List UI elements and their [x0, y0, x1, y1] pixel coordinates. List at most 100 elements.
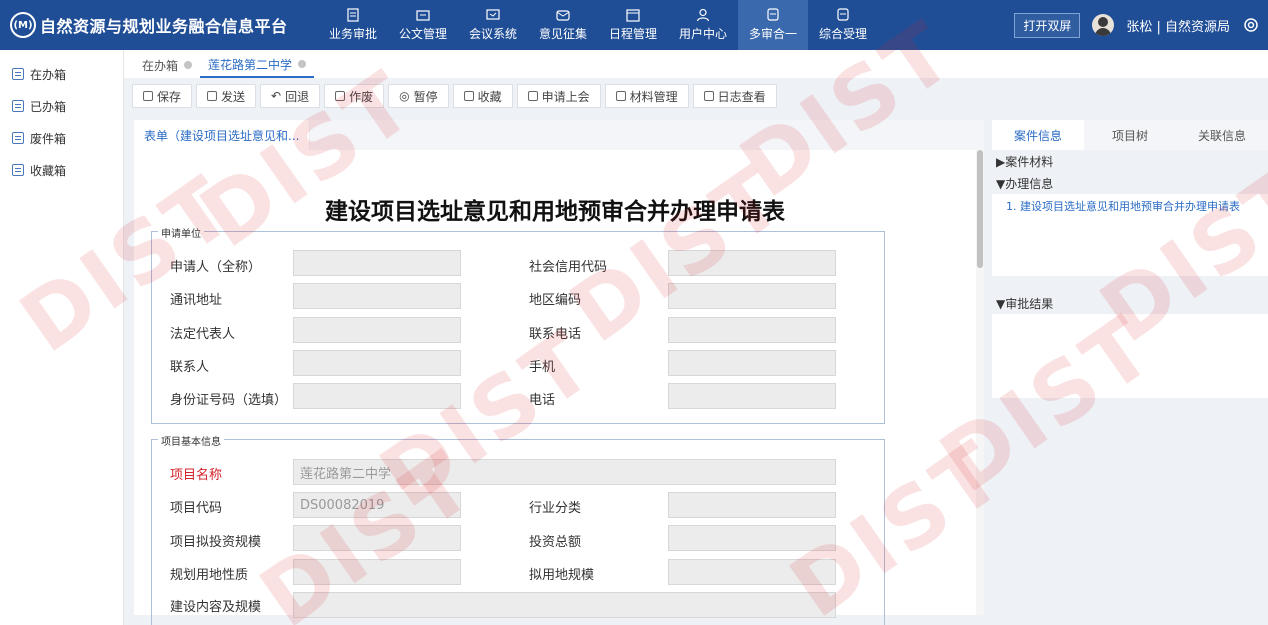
- inbox-icon: [837, 8, 849, 21]
- approval-result-toggle[interactable]: ▼审批结果: [992, 292, 1268, 314]
- button-label: 暂停: [413, 89, 438, 104]
- nav-item-documents[interactable]: 公文管理: [388, 0, 458, 50]
- tab-project-tree[interactable]: 项目树: [1084, 120, 1176, 150]
- nav-item-feedback[interactable]: 意见征集: [528, 0, 598, 50]
- address-input[interactable]: [293, 283, 461, 309]
- contact-phone-input[interactable]: [668, 317, 836, 343]
- close-icon[interactable]: [184, 61, 193, 69]
- favorite-button[interactable]: 收藏: [452, 84, 513, 108]
- folder-icon: [416, 10, 430, 21]
- nav-item-approval[interactable]: 业务审批: [318, 0, 388, 50]
- top-header: (M) 自然资源与规划业务融合信息平台 业务审批 公文管理 会议系统 意见征集 …: [0, 0, 1268, 50]
- telephone-input[interactable]: [668, 383, 836, 409]
- nav-item-schedule[interactable]: 日程管理: [598, 0, 668, 50]
- log-icon: [703, 91, 714, 101]
- project-name-input[interactable]: 莲花路第二中学: [293, 459, 836, 485]
- app-logo[interactable]: (M) 自然资源与规划业务融合信息平台: [10, 0, 288, 50]
- contact-person-input[interactable]: [293, 350, 461, 376]
- case-material-toggle[interactable]: ▶案件材料: [992, 150, 1268, 172]
- sidebar-item-trash[interactable]: 废件箱: [0, 122, 123, 154]
- form-scrollbar[interactable]: [976, 150, 984, 615]
- land-nature-input[interactable]: [293, 559, 461, 585]
- tab-in-progress[interactable]: 在办箱: [134, 52, 200, 78]
- nav-item-reception[interactable]: 综合受理: [808, 0, 878, 50]
- legal-rep-label: 法定代表人: [170, 327, 236, 342]
- pause-button[interactable]: ◎ 暂停: [388, 84, 449, 108]
- sidebar-item-label: 收藏箱: [30, 163, 67, 178]
- grid-icon: [615, 91, 626, 101]
- right-panel: 案件信息 项目树 关联信息 ▶案件材料 ▼办理信息 1. 建设项目选址意见和用地…: [992, 120, 1268, 615]
- meeting-icon: [486, 9, 500, 20]
- tab-project[interactable]: 莲花路第二中学: [200, 52, 315, 78]
- sidebar-item-label: 已办箱: [30, 99, 67, 114]
- rollback-button[interactable]: ↶ 回退: [260, 84, 321, 108]
- sidebar-item-label: 废件箱: [30, 131, 67, 146]
- favorite-icon: [463, 91, 474, 101]
- close-icon[interactable]: [298, 60, 307, 68]
- button-label: 保存: [157, 89, 182, 104]
- mobile-input[interactable]: [668, 350, 836, 376]
- land-scale-label: 拟用地规模: [529, 568, 595, 583]
- sidebar-item-done[interactable]: 已办箱: [0, 90, 123, 122]
- materials-button[interactable]: 材料管理: [604, 84, 689, 108]
- mobile-label: 手机: [529, 360, 556, 375]
- box-icon: [12, 164, 24, 176]
- nav-label: 会议系统: [468, 27, 517, 41]
- app-title: 自然资源与规划业务融合信息平台: [40, 17, 288, 36]
- right-tabs: 案件信息 项目树 关联信息: [992, 120, 1268, 150]
- legal-rep-input[interactable]: [293, 317, 461, 343]
- void-button[interactable]: 作废: [324, 84, 385, 108]
- log-button[interactable]: 日志查看: [692, 84, 777, 108]
- apply-icon: [527, 91, 538, 101]
- id-number-input[interactable]: [293, 383, 461, 409]
- doc-check-icon: [347, 8, 359, 22]
- applicant-name-label: 申请人（全称）: [170, 260, 262, 275]
- user-name[interactable]: 张松 | 自然资源局: [1126, 16, 1230, 35]
- nav-item-user-center[interactable]: 用户中心: [668, 0, 738, 50]
- button-label: 回退: [285, 89, 310, 104]
- header-right: 打开双屏 张松 | 自然资源局: [1014, 0, 1260, 50]
- void-icon: [335, 91, 346, 101]
- tab-label: 莲花路第二中学: [208, 57, 293, 72]
- tab-related-info[interactable]: 关联信息: [1176, 120, 1268, 150]
- content-scale-input[interactable]: [293, 592, 836, 618]
- form-title: 建设项目选址意见和用地预审合并办理申请表: [325, 199, 785, 225]
- sidebar-item-in-progress[interactable]: 在办箱: [0, 58, 123, 90]
- scroll-thumb[interactable]: [977, 150, 983, 268]
- dual-screen-button[interactable]: 打开双屏: [1014, 12, 1081, 38]
- sidebar-item-label: 在办箱: [30, 67, 67, 82]
- mail-icon: [556, 10, 570, 21]
- nav-item-multi-review[interactable]: 多审合一: [738, 0, 808, 50]
- button-label: 收藏: [477, 89, 502, 104]
- region-code-input[interactable]: [668, 283, 836, 309]
- save-button[interactable]: 保存: [132, 84, 193, 108]
- handle-info-link[interactable]: 1. 建设项目选址意见和用地预审合并办理申请表: [992, 194, 1268, 218]
- button-label: 材料管理: [629, 89, 678, 104]
- land-scale-input[interactable]: [668, 559, 836, 585]
- address-label: 通讯地址: [170, 293, 223, 308]
- applicant-name-input[interactable]: [293, 250, 461, 276]
- send-button[interactable]: 发送: [196, 84, 257, 108]
- left-sidebar: 在办箱 已办箱 废件箱 收藏箱: [0, 50, 124, 625]
- content-scale-label: 建设内容及规模: [170, 600, 262, 615]
- sidebar-item-favorites[interactable]: 收藏箱: [0, 154, 123, 186]
- nav-item-meeting[interactable]: 会议系统: [458, 0, 528, 50]
- box-icon: [12, 68, 24, 80]
- avatar[interactable]: [1092, 14, 1115, 36]
- contact-person-label: 联系人: [170, 360, 210, 375]
- gear-icon[interactable]: [1242, 16, 1260, 34]
- tab-case-info[interactable]: 案件信息: [992, 120, 1084, 150]
- apply-meeting-button[interactable]: 申请上会: [516, 84, 601, 108]
- nav-label: 日程管理: [608, 27, 657, 41]
- invest-total-input[interactable]: [668, 525, 836, 551]
- section-legend: 项目基本信息: [158, 433, 224, 448]
- invest-scale-label: 项目拟投资规模: [170, 535, 262, 550]
- invest-scale-input[interactable]: [293, 525, 461, 551]
- approval-result-box: [992, 314, 1268, 398]
- project-code-input[interactable]: DS00082019: [293, 492, 461, 518]
- handle-info-toggle[interactable]: ▼办理信息: [992, 172, 1268, 194]
- industry-input[interactable]: [668, 492, 836, 518]
- tab-form[interactable]: 表单（建设项目选址意见和...: [134, 120, 311, 150]
- credit-code-input[interactable]: [668, 250, 836, 276]
- button-label: 申请上会: [541, 89, 590, 104]
